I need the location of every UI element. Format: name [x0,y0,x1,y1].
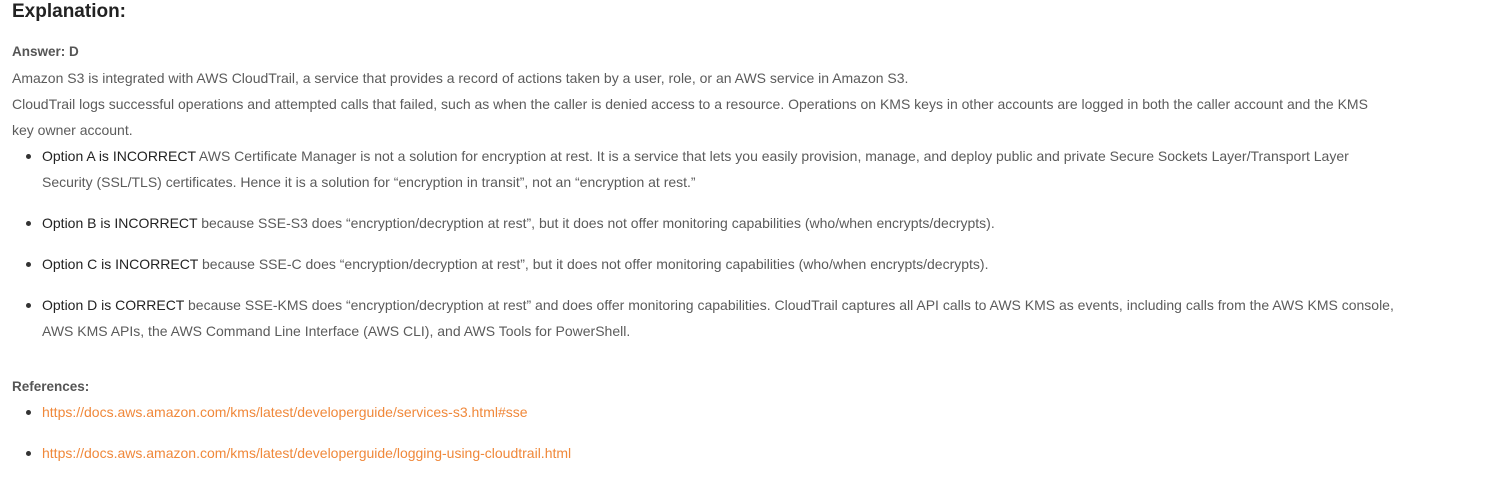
option-b-text: because SSE-S3 does “encryption/decrypti… [197,215,995,231]
reference-item: https://docs.aws.amazon.com/kms/latest/d… [26,440,1402,466]
reference-item: https://docs.aws.amazon.com/kms/latest/d… [26,399,1402,425]
option-item-c: Option C is INCORRECT because SSE-C does… [26,251,1402,277]
references-label: References: [12,379,90,394]
option-item-b: Option B is INCORRECT because SSE-S3 doe… [26,210,1402,236]
answer-label: Answer: D [12,44,79,59]
option-a-text: AWS Certificate Manager is not a solutio… [42,148,1349,190]
reference-link-2[interactable]: https://docs.aws.amazon.com/kms/latest/d… [42,445,571,461]
explanation-heading: Explanation: [12,1,127,22]
option-a-verdict: Option A is INCORRECT [42,148,196,164]
option-item-d: Option D is CORRECT because SSE-KMS does… [26,292,1402,344]
option-c-verdict: Option C is INCORRECT [42,256,199,272]
explanation-paragraph-1: Amazon S3 is integrated with AWS CloudTr… [12,70,909,86]
references-list: https://docs.aws.amazon.com/kms/latest/d… [12,399,1402,481]
option-c-text: because SSE-C does “encryption/decryptio… [198,256,989,272]
explanation-paragraph-2: CloudTrail logs successful operations an… [12,96,1368,138]
reference-link-1[interactable]: https://docs.aws.amazon.com/kms/latest/d… [42,404,528,420]
options-list: Option A is INCORRECT AWS Certificate Ma… [12,143,1402,359]
option-item-a: Option A is INCORRECT AWS Certificate Ma… [26,143,1402,195]
option-d-text: because SSE-KMS does “encryption/decrypt… [42,297,1394,339]
option-b-verdict: Option B is INCORRECT [42,215,198,231]
option-d-verdict: Option D is CORRECT [42,297,185,313]
